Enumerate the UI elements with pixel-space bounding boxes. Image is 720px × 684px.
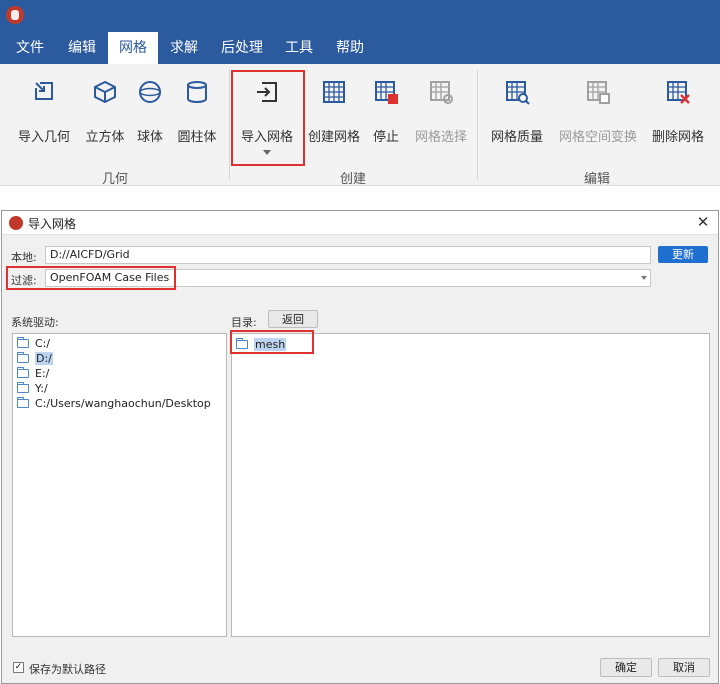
group-separator [477,70,478,180]
back-button[interactable]: 返回 [268,310,318,328]
grid-select-icon [430,81,453,104]
cylinder-icon [187,81,207,103]
mesh-transform-button[interactable]: 网格空间变换 [554,78,642,158]
list-item[interactable]: Y:/ [17,382,48,396]
group-separator [229,70,230,180]
cube-icon [94,81,116,103]
cube-label: 立方体 [85,130,125,145]
menu-help[interactable]: 帮助 [324,32,376,64]
local-path-label: 本地: [11,251,37,264]
group-label-edit: 编辑 [583,172,610,187]
cylinder-label: 圆柱体 [177,130,217,145]
menu-mesh[interactable]: 网格 [108,32,158,64]
update-button[interactable]: 更新 [658,246,708,263]
grid-stop-icon [375,81,398,104]
dialog-title: 导入网格 [28,217,77,231]
sphere-icon [139,81,161,103]
drive-label: C:/Users/wanghaochun/Desktop [35,397,211,410]
local-path-field[interactable]: D://AICFD/Grid [45,246,651,264]
sphere-label: 球体 [136,130,163,145]
title-bar [0,0,720,32]
cancel-button[interactable]: 取消 [658,658,710,677]
mesh-quality-button[interactable]: 网格质量 [486,78,548,158]
menu-file[interactable]: 文件 [4,32,56,64]
delete-mesh-button[interactable]: 删除网格 [646,78,710,158]
app-logo-icon [9,216,23,230]
folder-icon [17,352,29,363]
grid-transform-icon [587,81,610,104]
grid-quality-icon [506,81,530,105]
save-default-label: 保存为默认路径 [29,663,106,676]
grid-delete-icon [667,81,690,104]
mesh-transform-label: 网格空间变换 [558,130,637,145]
ribbon: 文件 编辑 网格 求解 后处理 工具 帮助 导入几何 立方体 球体 圆柱体 几何… [0,0,720,187]
import-geometry-button[interactable]: 导入几何 [12,78,76,158]
menu-solve[interactable]: 求解 [158,32,210,64]
folder-icon [17,382,29,393]
drives-label: 系统驱动: [11,316,59,329]
cylinder-button[interactable]: 圆柱体 [172,78,222,158]
list-item[interactable]: D:/ [17,352,53,366]
import-arrow-icon [35,82,53,100]
app-logo-icon [6,6,24,24]
menu-bar: 文件 编辑 网格 求解 后处理 工具 帮助 [0,32,720,64]
directory-list: mesh [231,333,710,637]
mesh-select-label: 网格选择 [414,130,467,145]
group-label-create: 创建 [339,172,366,187]
dialog-title-bar: 导入网格 ✕ [2,211,718,235]
highlight-box-mesh [230,330,314,354]
create-mesh-button[interactable]: 创建网格 [305,78,363,158]
menu-tools[interactable]: 工具 [274,32,324,64]
drive-label: Y:/ [35,382,48,395]
menu-edit[interactable]: 编辑 [56,32,108,64]
drive-label: D:/ [35,352,53,365]
sphere-button[interactable]: 球体 [132,78,168,158]
import-mesh-dialog: 导入网格 ✕ 本地: D://AICFD/Grid 更新 过滤: OpenFOA… [1,210,719,684]
grid-icon [323,81,345,103]
mesh-select-button[interactable]: 网格选择 [410,78,472,158]
drive-label: E:/ [35,367,50,380]
cube-button[interactable]: 立方体 [80,78,130,158]
drives-list: C:/ D:/ E:/ Y:/ C:/Users/wanghaochun/Des… [12,333,227,637]
directory-label: 目录: [231,316,257,329]
list-item[interactable]: C:/ [17,337,50,351]
delete-mesh-label: 删除网格 [651,130,704,145]
folder-icon [17,367,29,378]
list-item[interactable]: E:/ [17,367,49,381]
close-icon[interactable]: ✕ [694,213,712,231]
save-default-checkbox[interactable]: ✓ [13,662,24,673]
menu-postprocess[interactable]: 后处理 [210,32,274,64]
group-label-geometry: 几何 [101,172,128,187]
folder-icon [17,397,29,408]
chevron-down-icon[interactable] [641,276,647,280]
stop-label: 停止 [372,130,399,145]
create-mesh-label: 创建网格 [307,130,360,145]
highlight-box-import-mesh [231,70,305,166]
mesh-quality-label: 网格质量 [490,130,543,145]
stop-button[interactable]: 停止 [368,78,404,158]
list-item[interactable]: C:/Users/wanghaochun/Desktop [17,397,211,411]
highlight-box-filter [6,266,176,290]
folder-icon [17,337,29,348]
ok-button[interactable]: 确定 [600,658,652,677]
drive-label: C:/ [35,337,51,350]
import-geometry-label: 导入几何 [17,130,70,145]
